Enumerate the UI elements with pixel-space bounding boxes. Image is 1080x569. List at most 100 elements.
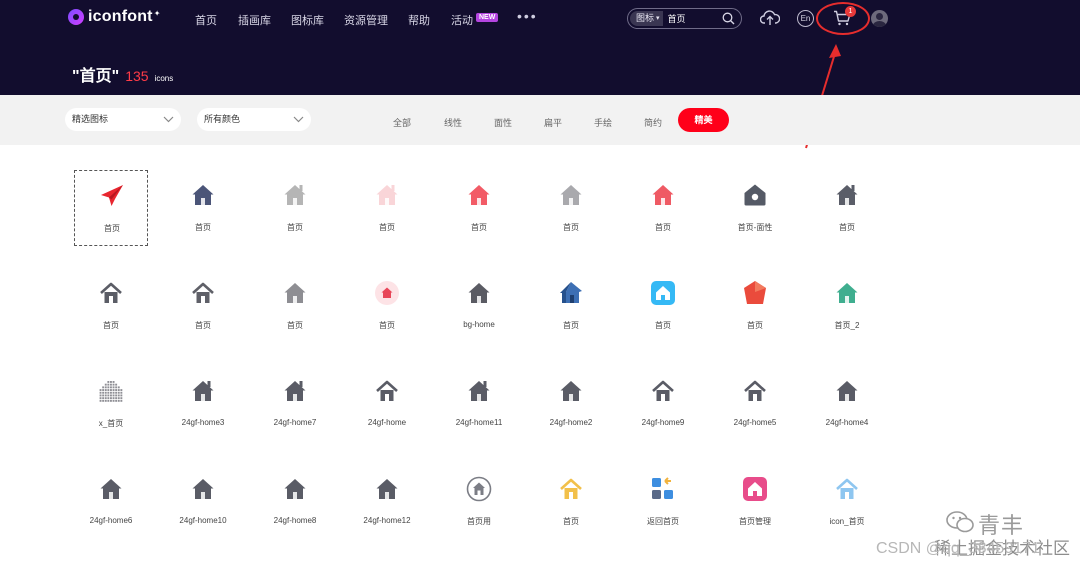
nav-link-help[interactable]: 帮助 — [408, 12, 430, 28]
tab-hand-drawn[interactable]: 手绘 — [594, 116, 612, 129]
search-type-label: 图标 — [636, 13, 655, 23]
home-icon — [834, 378, 860, 404]
icon-card[interactable]: 首页 — [810, 170, 884, 246]
icon-card[interactable]: icon_首页 — [810, 464, 884, 540]
home-ring-icon — [466, 476, 492, 502]
icon-card[interactable]: 首页 — [534, 268, 608, 344]
icon-card[interactable]: 24gf-home6 — [74, 464, 148, 540]
color-filter-value: 所有颜色 — [204, 114, 241, 124]
tab-flat[interactable]: 扁平 — [544, 116, 562, 129]
result-count: 135 — [125, 68, 149, 84]
result-unit: icons — [154, 74, 174, 83]
icon-card[interactable]: 24gf-home7 — [258, 366, 332, 442]
icon-card[interactable]: 首页 — [534, 170, 608, 246]
icon-card[interactable]: bg-home — [442, 268, 516, 344]
home-icon — [558, 378, 584, 404]
icon-card[interactable]: 首页管理 — [718, 464, 792, 540]
icon-card[interactable]: 24gf-home2 — [534, 366, 608, 442]
logo-text: iconfont — [88, 8, 153, 25]
home-outline-icon — [98, 280, 124, 306]
nav-bar: iconfont ✦ 首页 插画库 图标库 资源管理 帮助 活动 NEW •••… — [0, 0, 1080, 36]
icon-filter-select[interactable]: 精选图标 — [65, 108, 181, 131]
tab-fill[interactable]: 面性 — [494, 116, 512, 129]
logo-star-icon: ✦ — [153, 8, 161, 18]
tab-simple[interactable]: 简约 — [644, 116, 662, 129]
home-outline-icon — [374, 378, 400, 404]
icon-card[interactable]: 24gf-home12 — [350, 464, 424, 540]
icon-card-label: 首页 — [563, 223, 579, 232]
icon-card[interactable]: 首页 — [534, 464, 608, 540]
icon-card-label: 24gf-home — [367, 418, 407, 427]
home-chimney-icon — [282, 182, 308, 208]
icon-card-label: 24gf-home5 — [733, 418, 777, 427]
home-icon — [190, 476, 216, 502]
icon-card[interactable]: 首页 — [718, 268, 792, 344]
icon-card[interactable]: 24gf-home5 — [718, 366, 792, 442]
icon-card[interactable]: 首页 — [350, 170, 424, 246]
icon-card[interactable]: 24gf-home8 — [258, 464, 332, 540]
icon-card[interactable]: 首页 — [258, 268, 332, 344]
avatar[interactable] — [871, 10, 888, 27]
icon-card[interactable]: 首页_2 — [810, 268, 884, 344]
icon-card[interactable]: 24gf-home4 — [810, 366, 884, 442]
icon-card[interactable]: 24gf-home9 — [626, 366, 700, 442]
icon-card-label: 首页用 — [467, 517, 491, 526]
paper-plane-icon — [99, 183, 125, 209]
more-menu-icon[interactable]: ••• — [517, 8, 538, 24]
icon-card-label: 首页 — [104, 224, 120, 233]
icon-card[interactable]: 首页 — [258, 170, 332, 246]
icon-card[interactable]: 首页 — [626, 170, 700, 246]
language-switch[interactable]: En — [797, 10, 814, 27]
home-hex-icon — [742, 280, 768, 306]
annotation-circle — [816, 2, 870, 35]
icon-card-label: 24gf-home9 — [641, 418, 685, 427]
icon-card[interactable]: 返回首页 — [626, 464, 700, 540]
icon-card[interactable]: 首页 — [350, 268, 424, 344]
nav-link-home[interactable]: 首页 — [195, 12, 217, 28]
icon-card[interactable]: 24gf-home — [350, 366, 424, 442]
icon-card[interactable]: 首页 — [74, 170, 148, 246]
home-chimney-icon — [466, 378, 492, 404]
color-filter-select[interactable]: 所有颜色 — [197, 108, 311, 131]
icon-card-label: 首页 — [103, 321, 119, 330]
icon-card[interactable]: 首页 — [166, 170, 240, 246]
icon-card[interactable]: x_首页 — [74, 366, 148, 442]
icon-card-label: 24gf-home3 — [181, 418, 225, 427]
home-outline-icon — [834, 476, 860, 502]
tab-all[interactable]: 全部 — [393, 116, 411, 129]
search-icon[interactable] — [722, 12, 735, 30]
home-square-icon — [742, 476, 768, 502]
icon-card-label: 24gf-home4 — [825, 418, 869, 427]
search-type-select[interactable]: 图标 ▾ — [630, 11, 663, 26]
icon-card-label: 首页-面性 — [737, 223, 773, 232]
logo[interactable]: iconfont ✦ — [68, 8, 160, 26]
icon-card-label: 首页 — [839, 223, 855, 232]
tab-exquisite[interactable]: 精美 — [678, 108, 729, 132]
icon-card[interactable]: 首页 — [74, 268, 148, 344]
icon-card[interactable]: 24gf-home10 — [166, 464, 240, 540]
upload-cloud-icon[interactable] — [759, 9, 781, 32]
icon-card-label: 首页 — [655, 321, 671, 330]
icon-card[interactable]: 24gf-home3 — [166, 366, 240, 442]
icon-card[interactable]: 24gf-home11 — [442, 366, 516, 442]
icon-card-label: x_首页 — [98, 419, 124, 428]
home-round-icon — [742, 182, 768, 208]
nav-link-activity[interactable]: 活动 — [451, 12, 473, 28]
icon-card[interactable]: 首页 — [166, 268, 240, 344]
home-icon — [558, 182, 584, 208]
nav-link-icon-library[interactable]: 图标库 — [291, 12, 324, 28]
nav-link-resource-management[interactable]: 资源管理 — [344, 12, 388, 28]
search-input[interactable] — [667, 13, 718, 24]
grid-apps-icon — [650, 476, 676, 502]
icon-card[interactable]: 首页-面性 — [718, 170, 792, 246]
home-chimney-icon — [834, 182, 860, 208]
icon-card-label: 首页 — [563, 517, 579, 526]
icon-card[interactable]: 首页用 — [442, 464, 516, 540]
icon-card[interactable]: 首页 — [442, 170, 516, 246]
search-box: 图标 ▾ — [627, 8, 742, 29]
home-outline-icon — [558, 476, 584, 502]
nav-link-illustrations[interactable]: 插画库 — [238, 12, 271, 28]
page-title: "首页" 135 icons — [72, 62, 173, 86]
tab-line[interactable]: 线性 — [444, 116, 462, 129]
icon-card[interactable]: 首页 — [626, 268, 700, 344]
